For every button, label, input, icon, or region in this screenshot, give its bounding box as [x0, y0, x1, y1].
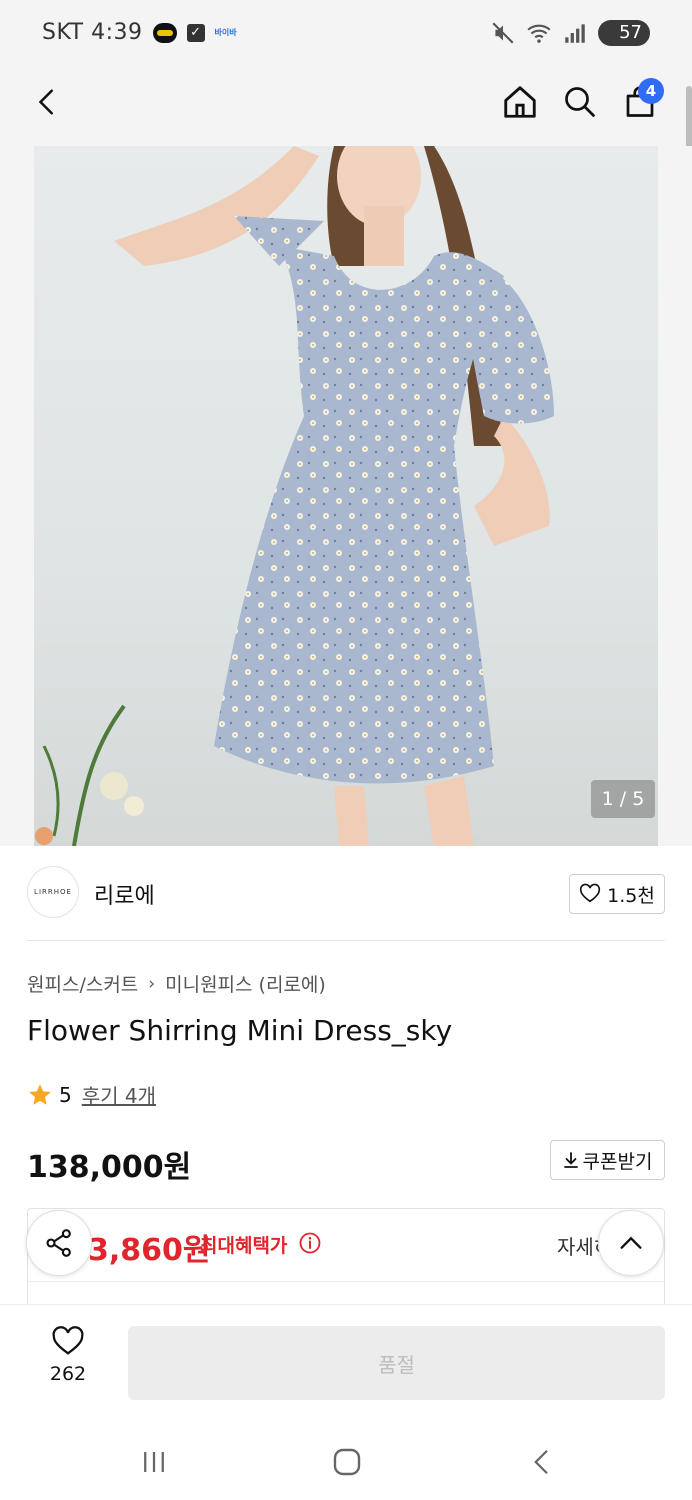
- chevron-left-icon: [534, 1449, 548, 1475]
- brand-like-count: 1.5천: [607, 884, 655, 907]
- product-photo[interactable]: 1 / 5: [34, 146, 658, 846]
- soldout-button[interactable]: 품절: [128, 1326, 665, 1400]
- cart-count-badge: 4: [638, 78, 664, 104]
- system-nav-bar: [0, 1422, 692, 1500]
- cart-button[interactable]: 4: [618, 78, 664, 124]
- status-right: 57: [490, 20, 650, 46]
- search-button[interactable]: [558, 80, 602, 124]
- brand-like-button[interactable]: 1.5천: [569, 874, 665, 914]
- product-photo-illustration: [35, 146, 554, 846]
- home-icon: [504, 86, 536, 118]
- star-icon: [29, 1083, 51, 1105]
- product-title: Flower Shirring Mini Dress_sky: [27, 1014, 453, 1047]
- benefit-label: 최대혜택가: [200, 1235, 288, 1257]
- wishlist-button[interactable]: 262: [28, 1325, 108, 1399]
- brand-row[interactable]: LIRRHOE 리로에 1.5천: [0, 846, 692, 942]
- app-notification-icon: [152, 22, 177, 43]
- status-bar: SKT 4:39 ✓ 바이바 57: [0, 0, 692, 68]
- heart-icon: [52, 1326, 84, 1355]
- share-icon: [46, 1229, 71, 1257]
- battery-indicator: 57: [598, 20, 650, 46]
- review-link[interactable]: 후기 4개: [82, 1080, 156, 1109]
- wifi-icon: [527, 24, 551, 43]
- share-button[interactable]: [26, 1210, 92, 1276]
- home-button[interactable]: [498, 80, 542, 124]
- system-home-button[interactable]: [325, 1442, 369, 1482]
- rating-value: 5: [59, 1082, 72, 1107]
- system-back-button[interactable]: [520, 1442, 564, 1482]
- coupon-button[interactable]: 쿠폰받기: [550, 1140, 665, 1180]
- signal-icon: [565, 24, 585, 43]
- coupon-label: 쿠폰받기: [582, 1150, 653, 1173]
- rating-row: 5 후기 4개: [27, 1080, 156, 1109]
- app-header: 4: [0, 68, 692, 146]
- benefit-price: 3,860원: [88, 1233, 211, 1268]
- breadcrumb-category[interactable]: 원피스/스커트: [27, 970, 138, 997]
- check-notification-icon: ✓: [186, 23, 205, 42]
- scroll-top-button[interactable]: [598, 1210, 664, 1276]
- image-counter: 1 / 5: [591, 780, 655, 818]
- heart-icon: [580, 883, 601, 903]
- chevron-right-icon: ›: [148, 973, 156, 994]
- breadcrumb-subcategory[interactable]: 미니원피스 (리로에): [165, 970, 326, 997]
- recent-apps-icon: [144, 1452, 164, 1472]
- chevron-up-icon: [620, 1236, 642, 1249]
- back-button[interactable]: [26, 80, 70, 124]
- bottom-action-bar: 262 품절: [0, 1304, 692, 1422]
- recent-apps-button[interactable]: [132, 1442, 176, 1482]
- divider: [27, 940, 665, 941]
- notification-mini-text: 바이바: [214, 28, 237, 37]
- wishlist-count: 262: [49, 1363, 87, 1385]
- product-price: 138,000원: [27, 1150, 192, 1185]
- divider: [28, 1281, 664, 1282]
- carrier-time: SKT 4:39: [42, 20, 143, 45]
- mute-icon: [492, 22, 514, 44]
- download-icon: [563, 1152, 578, 1168]
- breadcrumb: 원피스/스커트 › 미니원피스 (리로에): [27, 970, 326, 997]
- brand-logo[interactable]: LIRRHOE: [27, 866, 79, 918]
- chevron-left-icon: [38, 89, 53, 115]
- info-icon[interactable]: [298, 1231, 322, 1255]
- search-icon: [565, 87, 595, 117]
- brand-name[interactable]: 리로에: [94, 878, 155, 910]
- product-gallery[interactable]: 1 / 5: [0, 146, 692, 846]
- rounded-square-icon: [333, 1448, 361, 1476]
- status-left: SKT 4:39 ✓ 바이바: [42, 20, 237, 45]
